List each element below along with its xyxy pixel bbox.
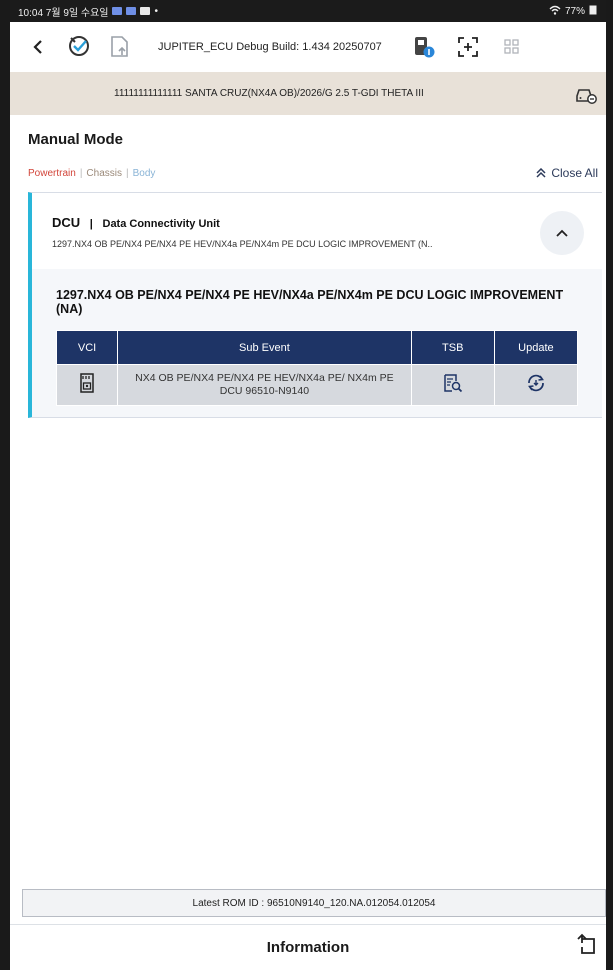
app-screen: 10:04 7월 9일 수요일 • 77% JUPITER_ECU Debug (10, 0, 606, 970)
app-title: JUPITER_ECU Debug Build: 1.434 20250707 (158, 41, 382, 53)
card-title: DCU | Data Connectivity Unit (52, 215, 220, 230)
vehicle-settings-button[interactable] (574, 82, 598, 106)
battery-level: 77% (564, 5, 585, 17)
double-chevron-up-icon (536, 168, 546, 178)
header-update: Update (493, 330, 579, 365)
system-separator: | (89, 218, 93, 230)
vci-connection-button[interactable] (406, 29, 442, 65)
tsb-cell[interactable] (410, 364, 495, 406)
card-header[interactable]: DCU | Data Connectivity Unit 1297.NX4 OB… (32, 193, 602, 270)
card-summary: 1297.NX4 OB PE/NX4 PE/NX4 PE HEV/NX4a PE… (52, 239, 433, 249)
close-all-label: Close All (551, 166, 598, 180)
tab-separator: | (79, 168, 83, 179)
chevron-up-icon (556, 229, 568, 237)
latest-rom-bar: Latest ROM ID : 96510N9140_120.NA.012054… (22, 889, 606, 917)
card-body: 1297.NX4 OB PE/NX4 PE/NX4 PE HEV/NX4a PE… (32, 269, 602, 417)
sub-event-cell: NX4 OB PE/NX4 PE/NX4 PE HEV/NX4a PE/ NX4… (117, 364, 412, 406)
header-vci: VCI (55, 330, 119, 365)
diagnosis-check-icon (69, 36, 89, 56)
grid-menu-icon (504, 39, 519, 54)
wifi-icon (549, 5, 561, 18)
vehicle-info-text: 11111111111111 SANTA CRUZ(NX4A OB)/2026/… (114, 88, 424, 99)
category-tabs: Powertrain | Chassis | Body (28, 168, 155, 179)
tab-chassis[interactable]: Chassis (86, 168, 122, 179)
event-title: 1297.NX4 OB PE/NX4 PE/NX4 PE HEV/NX4a PE… (56, 288, 564, 316)
screen-capture-button[interactable] (450, 29, 486, 65)
document-search-icon (444, 374, 462, 393)
update-refresh-icon (527, 374, 544, 392)
tab-separator: | (126, 168, 129, 179)
update-cell[interactable] (493, 364, 579, 406)
vci-cell[interactable] (55, 364, 119, 406)
system-code: DCU (52, 215, 81, 230)
table-row: NX4 OB PE/NX4 PE/NX4 PE HEV/NX4a PE/ NX4… (55, 364, 579, 406)
event-table: VCI Sub Event TSB Update NX4 OB PE/NX4 P… (55, 330, 579, 406)
collapse-button[interactable] (540, 211, 584, 255)
system-full-name: Data Connectivity Unit (102, 218, 220, 230)
battery-icon (589, 5, 598, 18)
status-time-date: 10:04 7월 9일 수요일 (18, 7, 109, 19)
vehicle-info-bar: 11111111111111 SANTA CRUZ(NX4A OB)/2026/… (10, 72, 606, 115)
table-header-row: VCI Sub Event TSB Update (55, 330, 579, 365)
bottom-bar: Information (10, 924, 606, 970)
latest-rom-label: Latest ROM ID : 96510N9140_120.NA.012054… (192, 897, 436, 909)
close-all-button[interactable]: Close All (536, 166, 598, 180)
tab-powertrain[interactable]: Powertrain (28, 168, 76, 179)
diagnosis-check-button[interactable] (62, 29, 98, 65)
top-app-bar: JUPITER_ECU Debug Build: 1.434 20250707 (10, 22, 606, 72)
header-tsb: TSB (410, 330, 495, 365)
tab-body[interactable]: Body (133, 168, 156, 179)
notification-icon (112, 7, 123, 15)
header-sub-event: Sub Event (117, 330, 412, 365)
notification-icon-2 (126, 7, 137, 15)
upload-file-button[interactable] (102, 29, 138, 65)
screen-capture-icon (457, 37, 478, 57)
vci-connection-icon (414, 37, 435, 58)
back-button[interactable] (20, 29, 56, 65)
dcu-card: DCU | Data Connectivity Unit 1297.NX4 OB… (28, 192, 602, 418)
more-dot-icon: • (154, 5, 158, 17)
page-title: Manual Mode (28, 131, 124, 148)
file-upload-icon (111, 36, 128, 57)
status-bar: 10:04 7월 9일 수요일 • 77% (10, 0, 606, 22)
exit-button[interactable] (574, 933, 600, 959)
chevron-left-icon (33, 40, 42, 54)
sd-card-icon (80, 373, 94, 393)
notification-icon-3 (140, 7, 151, 15)
exit-icon (577, 933, 595, 954)
information-button[interactable]: Information (10, 939, 606, 956)
grid-menu-button[interactable] (494, 29, 530, 65)
car-settings-icon (576, 89, 597, 104)
